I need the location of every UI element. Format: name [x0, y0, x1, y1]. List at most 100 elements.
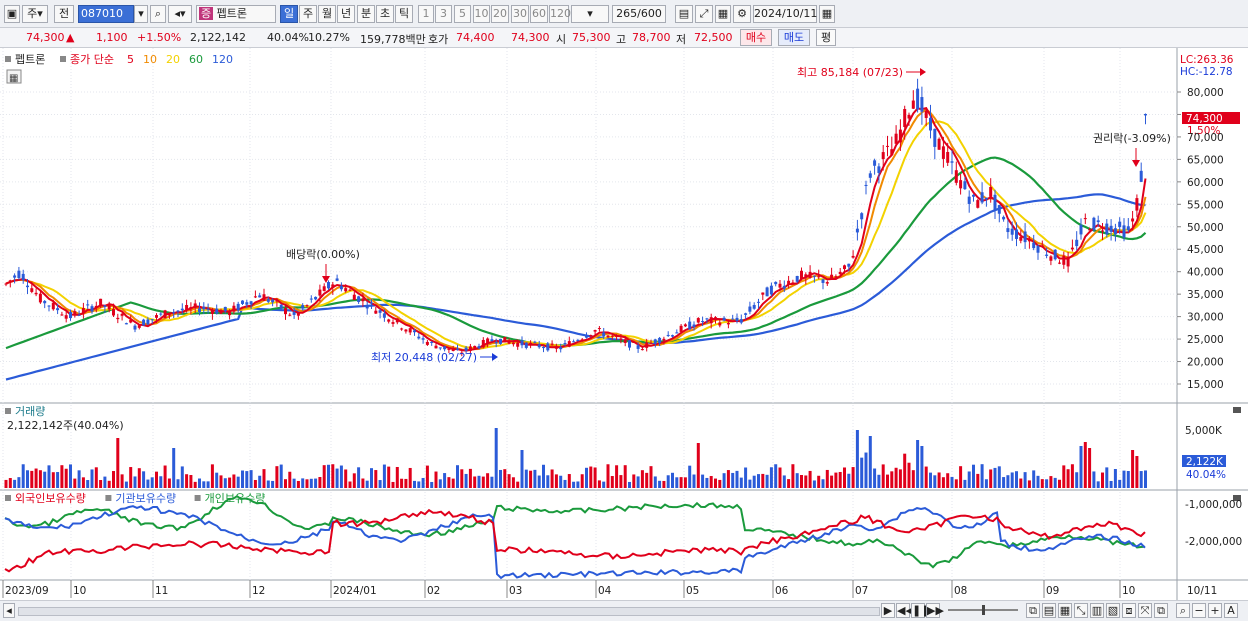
volume-bar — [400, 478, 404, 488]
play-icon[interactable]: ▶ — [881, 603, 895, 618]
interval-3-button[interactable]: 3 — [435, 5, 452, 23]
search-icon[interactable]: ⌕ — [150, 5, 166, 23]
interval-5-button[interactable]: 5 — [454, 5, 471, 23]
tool-icon-a[interactable]: ⧉ — [1026, 603, 1040, 618]
volume-bar — [503, 469, 507, 488]
candle-body — [632, 342, 636, 344]
period-5-button[interactable]: 초 — [376, 5, 394, 23]
interval-60-button[interactable]: 60 — [530, 5, 548, 23]
volume-bar — [129, 467, 133, 488]
candle-body — [172, 312, 176, 314]
interval-10-button[interactable]: 10 — [473, 5, 490, 23]
current-price-axis: 74,300 — [1186, 113, 1223, 125]
volume-bar — [137, 468, 141, 488]
candle-body — [550, 343, 554, 345]
current-volume: 2,122K — [1186, 456, 1224, 468]
interval-dropdown[interactable]: ▾ — [571, 5, 609, 23]
period-6-button[interactable]: 틱 — [395, 5, 413, 23]
candle-body — [825, 282, 829, 284]
forward-icon[interactable]: ▶▶ — [926, 603, 944, 618]
tool-icon-1[interactable]: ▤ — [675, 5, 693, 23]
candle-body — [744, 313, 748, 315]
candle-body — [245, 302, 249, 305]
interval-1-button[interactable]: 1 — [418, 5, 434, 23]
volume-bar — [348, 481, 352, 488]
volume-title: 거래량 — [15, 405, 45, 418]
period-0-button[interactable]: 일 — [280, 5, 298, 23]
tool-icon-e[interactable]: ▥ — [1090, 603, 1104, 618]
legend-bullet-icon — [105, 495, 112, 501]
bar-count-field[interactable]: 265/600 — [612, 5, 666, 23]
period-3-button[interactable]: 년 — [337, 5, 355, 23]
period-2-button[interactable]: 월 — [318, 5, 336, 23]
window-icon[interactable]: ▣ — [4, 5, 20, 23]
candle-body — [623, 339, 627, 343]
tool-icon-b[interactable]: ▤ — [1042, 603, 1056, 618]
font-size-icon[interactable]: A — [1224, 603, 1238, 618]
tool-icon-i[interactable]: ⧉ — [1154, 603, 1168, 618]
period-4-button[interactable]: 분 — [357, 5, 375, 23]
calendar-icon[interactable]: ▦ — [819, 5, 835, 23]
scrollbar-track[interactable] — [18, 607, 880, 616]
stock-name-field[interactable]: 증 펩트론 — [196, 5, 276, 23]
rewind-icon[interactable]: ◀◀ — [896, 603, 914, 618]
candle-body — [735, 317, 739, 322]
gear-icon[interactable]: ⚙ — [733, 5, 751, 23]
zoom-in-icon[interactable]: + — [1208, 603, 1222, 618]
tool-icon-f[interactable]: ▧ — [1106, 603, 1120, 618]
volume-bar — [967, 471, 971, 488]
volume-bar — [524, 469, 528, 488]
date-field[interactable]: 2024/10/11 — [753, 5, 817, 23]
candle-body — [129, 319, 133, 323]
candle-body — [903, 109, 907, 127]
prev-button[interactable]: 전 — [54, 5, 74, 23]
stock-code-input[interactable]: 087010 — [78, 5, 134, 23]
save-icon[interactable]: ▦ — [715, 5, 731, 23]
candle-body — [800, 270, 803, 280]
volume-bar — [1113, 468, 1117, 488]
interval-30-button[interactable]: 30 — [511, 5, 529, 23]
dividend-annotation: 배당락(0.00%) — [286, 248, 360, 261]
candle-body — [834, 276, 838, 278]
pane-close-icon[interactable] — [1233, 407, 1241, 413]
tool-icon-h[interactable]: ⤧ — [1138, 603, 1152, 618]
interval-20-button[interactable]: 20 — [491, 5, 509, 23]
code-dropdown-icon[interactable]: ▾ — [134, 5, 148, 23]
volume-bar — [17, 477, 21, 488]
interval-120-button[interactable]: 120 — [549, 5, 571, 23]
volume-bar — [619, 475, 623, 488]
tool-icon-2[interactable]: ⤢ — [695, 5, 713, 23]
volume-bar — [1092, 471, 1096, 488]
tool-icon-g[interactable]: ⧈ — [1122, 603, 1136, 618]
buy-button[interactable]: 매수 — [740, 29, 772, 46]
candle-body — [1015, 229, 1018, 239]
candle-body — [167, 314, 171, 316]
tool-icon-d[interactable]: ⤡ — [1074, 603, 1088, 618]
chart-canvas[interactable]: 펩트론 종가 단순 5 10 20 60 120 ▦ 최고 85,184 (07/23)… — [0, 48, 1248, 600]
sell-button[interactable]: 매도 — [778, 29, 810, 46]
mode-select[interactable]: 주▾ — [22, 5, 48, 23]
tool-icon-c[interactable]: ▦ — [1058, 603, 1072, 618]
volume-bar — [245, 471, 249, 488]
candle-body — [873, 160, 877, 166]
volume-bar — [223, 478, 227, 488]
period-1-button[interactable]: 주 — [299, 5, 317, 23]
candle-body — [602, 332, 606, 337]
volume-bar — [726, 470, 730, 488]
volume-bar — [636, 476, 640, 488]
zoom-out-icon[interactable]: − — [1192, 603, 1206, 618]
candle-body — [537, 344, 541, 348]
zoom-search-icon[interactable]: ⌕ — [1176, 603, 1190, 618]
zoom-slider-handle[interactable] — [982, 605, 985, 615]
volume-bar — [262, 469, 266, 488]
scroll-left-icon[interactable]: ◂ — [3, 603, 15, 618]
volume-bar — [271, 480, 275, 488]
speaker-icon[interactable]: ◂▾ — [168, 5, 192, 23]
pause-icon[interactable]: ❚❚ — [911, 603, 930, 618]
volume-bar — [739, 477, 743, 488]
average-button[interactable]: 평 — [816, 29, 836, 46]
rights-annotation: 권리락(-3.09%) — [1093, 132, 1171, 145]
volume-bar — [757, 474, 760, 488]
volume-bar — [116, 438, 120, 488]
turnover-rate: 10.27% — [308, 31, 350, 44]
